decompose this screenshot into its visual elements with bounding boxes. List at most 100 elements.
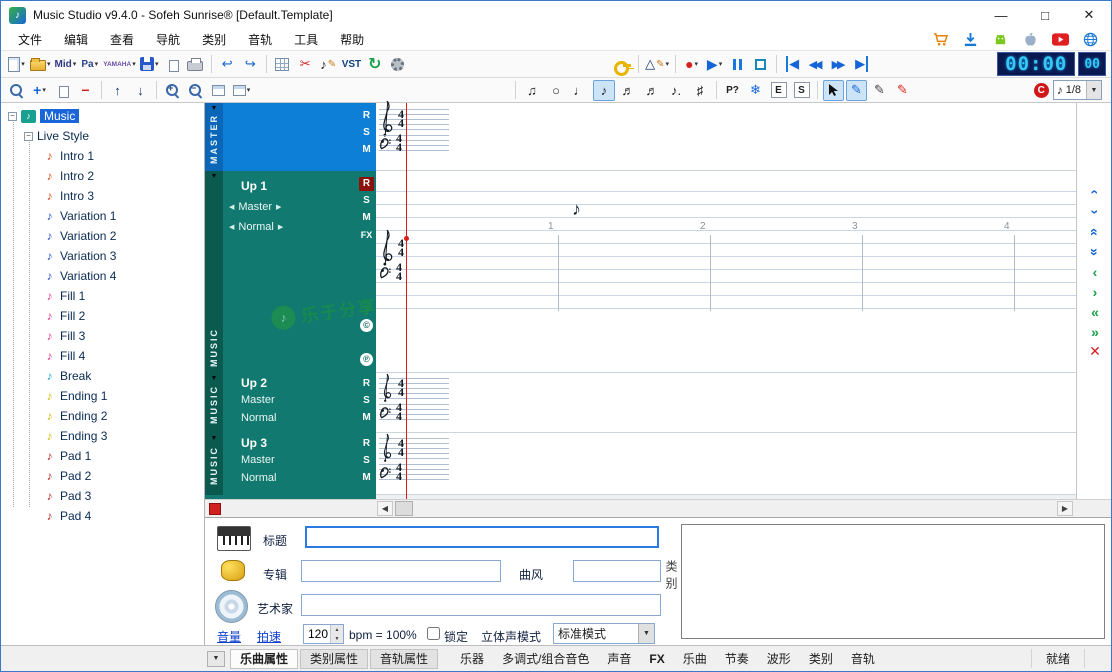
- step-left-button[interactable]: ‹: [1083, 262, 1107, 281]
- tree-item-label[interactable]: Ending 3: [60, 429, 107, 443]
- prev-icon[interactable]: ◀: [229, 203, 234, 211]
- menu-tools[interactable]: 工具: [283, 29, 329, 50]
- score-lane-up3[interactable]: 44 44: [376, 433, 1076, 495]
- scroll-up-button[interactable]: ‹: [1083, 182, 1107, 201]
- stop-button[interactable]: [750, 54, 771, 75]
- license-key-button[interactable]: [612, 54, 633, 75]
- track-header-up3[interactable]: ▼ MUSIC Up 3 Master Normal R S M: [205, 433, 376, 495]
- tree-item-label[interactable]: Ending 1: [60, 389, 107, 403]
- tree-item-label[interactable]: Pad 2: [60, 469, 91, 483]
- tree-item[interactable]: ♪Intro 3: [1, 186, 204, 206]
- download-icon[interactable]: [961, 32, 979, 48]
- tree-item[interactable]: ♪Variation 1: [1, 206, 204, 226]
- track-source-select[interactable]: ◀Master▶: [229, 201, 281, 213]
- tree-item[interactable]: ♪Ending 2: [1, 406, 204, 426]
- record-button[interactable]: ●▾: [681, 54, 702, 75]
- up1-fx-button[interactable]: FX: [359, 228, 374, 242]
- up2-solo-button[interactable]: S: [359, 394, 374, 408]
- next-icon[interactable]: ▶: [278, 223, 283, 231]
- up2-mute-button[interactable]: M: [359, 411, 374, 425]
- menu-navigate[interactable]: 导航: [145, 29, 191, 50]
- master-solo-button[interactable]: S: [359, 126, 374, 140]
- collapse-track-icon[interactable]: ▼: [211, 173, 218, 180]
- dotted-note-button[interactable]: ♪.: [665, 80, 687, 101]
- scroll-right-button[interactable]: ▶: [1057, 501, 1073, 516]
- refresh-button[interactable]: ↻: [364, 54, 385, 75]
- website-globe-icon[interactable]: [1081, 32, 1099, 48]
- tree-item[interactable]: ♪Fill 3: [1, 326, 204, 346]
- duplicate-file-button[interactable]: [162, 54, 183, 75]
- fast-forward-button[interactable]: ▶▶: [828, 54, 849, 75]
- chord-button[interactable]: C: [1034, 83, 1049, 98]
- tab-category[interactable]: 类别: [801, 648, 841, 669]
- collapse-track-icon[interactable]: ▼: [211, 375, 218, 382]
- collapse-box-icon[interactable]: −: [8, 112, 17, 121]
- pointer-tool-button[interactable]: [823, 80, 844, 101]
- up1-solo-button[interactable]: S: [359, 194, 374, 208]
- track-name[interactable]: Up 1: [241, 179, 267, 193]
- menu-file[interactable]: 文件: [7, 29, 53, 50]
- tree-item-label[interactable]: Variation 1: [60, 209, 116, 223]
- erase-tool-button[interactable]: ✎: [892, 80, 913, 101]
- tab-fx[interactable]: FX: [641, 650, 672, 668]
- tab-track-properties[interactable]: 音轨属性: [370, 649, 438, 669]
- track-mode-select[interactable]: Normal: [241, 412, 276, 424]
- track-header-up2[interactable]: ▼ MUSIC Up 2 Master Normal R S M: [205, 373, 376, 433]
- tempo-down-icon[interactable]: ▼: [331, 634, 343, 643]
- jump-left-button[interactable]: «: [1083, 302, 1107, 321]
- print-button[interactable]: [185, 54, 206, 75]
- prev-icon[interactable]: ◀: [229, 223, 234, 231]
- up3-mute-button[interactable]: M: [359, 471, 374, 485]
- horizontal-scrollbar[interactable]: ◀ ▶: [205, 499, 1112, 517]
- tree-item[interactable]: ♪Ending 1: [1, 386, 204, 406]
- collapse-track-icon[interactable]: ▼: [211, 105, 218, 112]
- sixteenth-note-button[interactable]: ♬: [617, 80, 639, 101]
- phonogram-badge-icon[interactable]: ℗: [360, 353, 373, 366]
- note-value-dropdown-icon[interactable]: ▼: [1086, 81, 1101, 99]
- track-name[interactable]: Up 3: [241, 436, 267, 450]
- tree-item-label[interactable]: Fill 4: [60, 349, 85, 363]
- line-tool-button[interactable]: ✎: [869, 80, 890, 101]
- thirtysecond-note-button[interactable]: ♬: [641, 80, 663, 101]
- quantize-button[interactable]: P?: [722, 80, 743, 101]
- up2-record-button[interactable]: R: [359, 377, 374, 391]
- tab-rhythm[interactable]: 节奏: [717, 648, 757, 669]
- event-list-button[interactable]: E: [768, 80, 789, 101]
- store-cart-icon[interactable]: [931, 32, 949, 48]
- duplicate-button[interactable]: [52, 80, 73, 101]
- remove-button[interactable]: −: [75, 80, 96, 101]
- track-header-up1[interactable]: ▼ MUSIC Up 1 ◀Master▶ ◀Normal▶ R S M FX …: [205, 171, 376, 373]
- skip-start-button[interactable]: ◀: [782, 54, 803, 75]
- next-icon[interactable]: ▶: [276, 203, 281, 211]
- tree-item[interactable]: ♪Ending 3: [1, 426, 204, 446]
- settings-button[interactable]: [387, 54, 408, 75]
- sharp-button[interactable]: ♯: [689, 80, 711, 101]
- tree-group-label[interactable]: Live Style: [37, 129, 89, 143]
- volume-link[interactable]: 音量: [217, 628, 241, 645]
- vst-button[interactable]: VST: [341, 54, 362, 75]
- master-record-button[interactable]: R: [359, 109, 374, 123]
- up3-solo-button[interactable]: S: [359, 454, 374, 468]
- category-listbox[interactable]: [681, 524, 1105, 639]
- tempo-input[interactable]: [304, 625, 330, 643]
- track-source-select[interactable]: Master: [241, 454, 275, 466]
- scrollbar-thumb[interactable]: [395, 501, 413, 516]
- draw-mode-button[interactable]: △✎▾: [644, 54, 670, 75]
- master-mute-button[interactable]: M: [359, 143, 374, 157]
- apple-icon[interactable]: [1021, 32, 1039, 48]
- tree-item[interactable]: ♪Variation 4: [1, 266, 204, 286]
- tree-item[interactable]: ♪Variation 3: [1, 246, 204, 266]
- tree-item-label[interactable]: Intro 1: [60, 149, 94, 163]
- tree-item[interactable]: ♪Fill 4: [1, 346, 204, 366]
- tree-item-label[interactable]: Pad 1: [60, 449, 91, 463]
- up1-record-button[interactable]: R: [359, 177, 374, 191]
- maximize-button[interactable]: □: [1023, 1, 1067, 29]
- lock-checkbox[interactable]: [427, 627, 440, 640]
- tree-item-label[interactable]: Ending 2: [60, 409, 107, 423]
- pencil-tool-button[interactable]: ✎: [846, 80, 867, 101]
- tree-item[interactable]: ♪Pad 1: [1, 446, 204, 466]
- album-input[interactable]: [301, 560, 501, 582]
- stop-marker-button[interactable]: [209, 503, 221, 515]
- tree-root[interactable]: − ♪ Music: [1, 106, 204, 126]
- tree-item[interactable]: ♪Pad 2: [1, 466, 204, 486]
